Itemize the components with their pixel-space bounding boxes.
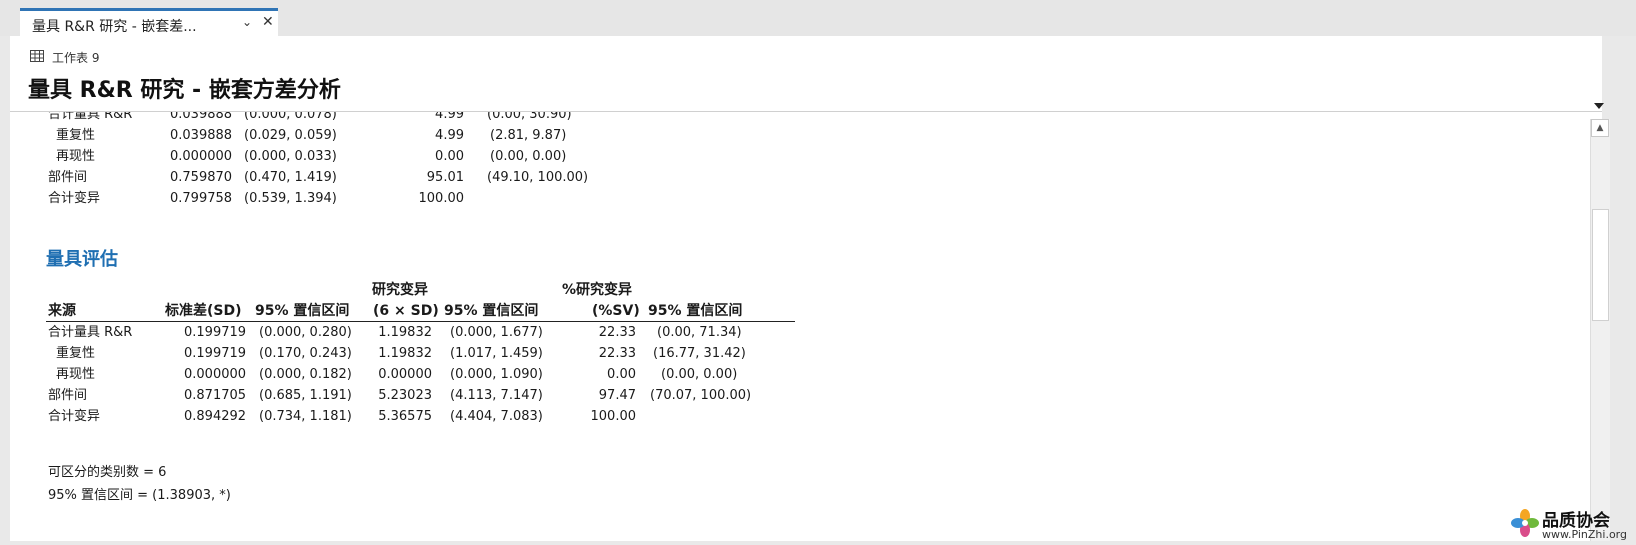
header-ci2: 95% 置信区间: [444, 303, 539, 319]
flower-logo-icon: [1511, 509, 1539, 537]
distinct-categories-text: 可区分的类别数 = 6: [48, 465, 167, 480]
page-title: 量具 R&R 研究 - 嵌套方差分析: [28, 78, 341, 103]
tab-bar: 量具 R&R 研究 - 嵌套差... ⌄ ✕: [0, 0, 1636, 36]
close-icon[interactable]: ✕: [262, 14, 274, 30]
watermark-url: www.PinZhi.org: [1542, 528, 1627, 541]
scroll-thumb[interactable]: [1592, 209, 1609, 321]
table-row: 重复性 0.039888 (0.029, 0.059) 4.99 (2.81, …: [56, 128, 567, 143]
header-ci1: 95% 置信区间: [255, 303, 350, 319]
chevron-down-icon[interactable]: ⌄: [242, 15, 252, 29]
header-source: 来源: [48, 303, 76, 319]
table-row: 合计量具 R&R 0.039888 (0.000, 0.078) 4.99 (0…: [48, 112, 572, 122]
header-rule: [46, 321, 795, 322]
tab-gage-rr[interactable]: 量具 R&R 研究 - 嵌套差... ⌄ ✕: [20, 8, 278, 36]
worksheet-grid-icon: [30, 50, 44, 62]
scroll-up-icon[interactable]: ▲: [1591, 119, 1609, 137]
header-sd: 标准差(SD): [165, 303, 242, 319]
report-content: 合计量具 R&R 0.039888 (0.000, 0.078) 4.99 (0…: [10, 112, 1584, 541]
tab-title: 量具 R&R 研究 - 嵌套差...: [32, 19, 197, 35]
ci-summary-text: 95% 置信区间 = (1.38903, *): [48, 488, 231, 503]
watermark: 品质协会 www.PinZhi.org: [1510, 506, 1634, 542]
table-row: 合计变异 0.894292 (0.734, 1.181) 5.36575 (4.…: [48, 409, 636, 424]
table-row: 再现性 0.000000 (0.000, 0.033) 0.00 (0.00, …: [56, 149, 567, 164]
table-row: 合计变异 0.799758 (0.539, 1.394) 100.00: [48, 191, 464, 206]
section-title-gage-eval: 量具评估: [46, 249, 118, 270]
table-row: 合计量具 R&R 0.199719 (0.000, 0.280) 1.19832…: [48, 325, 742, 340]
table-row: 重复性 0.199719 (0.170, 0.243) 1.19832 (1.0…: [56, 346, 746, 361]
header-ci3: 95% 置信区间: [648, 303, 743, 319]
table-row: 再现性 0.000000 (0.000, 0.182) 0.00000 (0.0…: [56, 367, 738, 382]
worksheet-label[interactable]: 工作表 9: [52, 49, 99, 66]
header-sv-top: 研究变异: [372, 282, 428, 298]
table-row: 部件间 0.759870 (0.470, 1.419) 95.01 (49.10…: [48, 170, 589, 185]
caret-down-icon[interactable]: [1594, 102, 1604, 110]
vertical-scrollbar[interactable]: ▲: [1590, 119, 1610, 541]
header-pct-bottom: (%SV): [592, 303, 640, 319]
header-sv-bottom: (6 × SD): [373, 303, 439, 319]
header-pct-top: %研究变异: [562, 282, 633, 298]
table-row: 部件间 0.871705 (0.685, 1.191) 5.23023 (4.1…: [48, 388, 752, 403]
